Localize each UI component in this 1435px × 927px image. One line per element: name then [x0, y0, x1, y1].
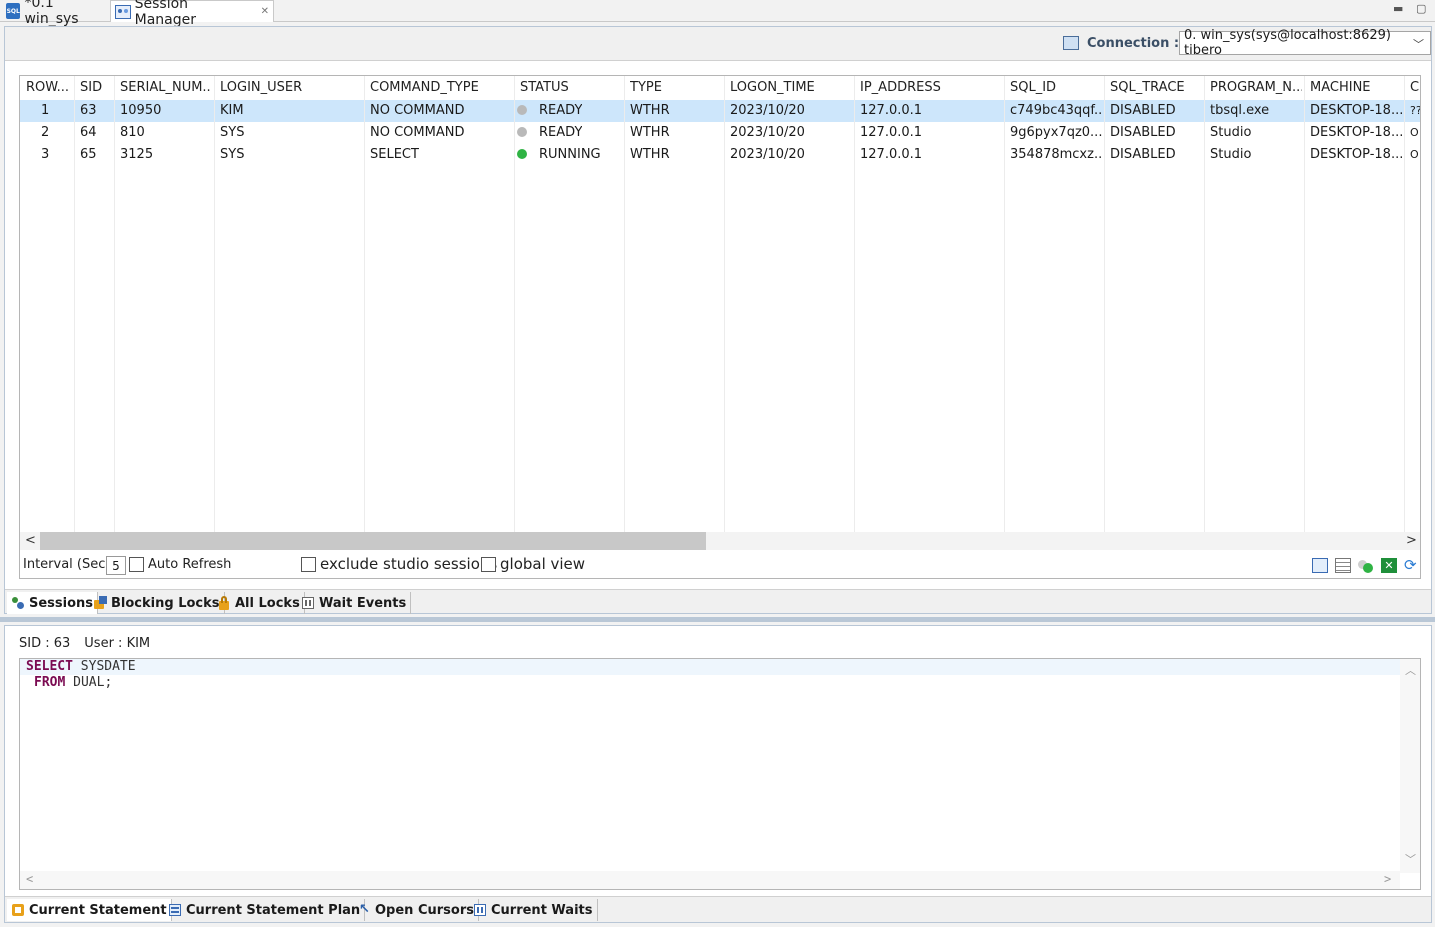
tab-blocking-locks[interactable]: Blocking Locks [89, 592, 225, 614]
close-icon[interactable]: ✕ [261, 6, 269, 17]
column-header-ip-address[interactable]: IP_ADDRESS [860, 80, 1000, 100]
statement-plan-icon [168, 903, 182, 917]
refresh-icon[interactable]: ⟳ [1404, 558, 1420, 573]
global-view-label: global view [500, 555, 586, 573]
sessions-panel: Connection : 0. win_sys(sys@localhost:86… [4, 26, 1432, 614]
tab-current-statement[interactable]: Current Statement [7, 899, 172, 921]
wait-events-icon [473, 903, 487, 917]
statement-icon [11, 903, 25, 917]
minimize-icon[interactable]: ▬ [1393, 2, 1403, 15]
wait-events-icon [301, 596, 315, 610]
tab-current-statement-plan[interactable]: Current Statement Plan [164, 899, 366, 921]
sql-statement-view[interactable]: SELECT SYSDATE FROM DUAL; ︿ ﹀ < > [19, 658, 1421, 890]
session-detail-panel: SID : 63 User : KIM SELECT SYSDATE FROM … [4, 625, 1432, 923]
column-header-machine[interactable]: MACHINE [1310, 80, 1402, 100]
connection-select[interactable]: 0. win_sys(sys@localhost:8629) tibero ﹀ [1179, 28, 1431, 58]
scroll-left-icon[interactable]: < [25, 533, 36, 548]
column-header-sql-trace[interactable]: SQL_TRACE [1110, 80, 1202, 100]
statement-view-tabs: Current Statement Current Statement Plan… [5, 896, 1431, 922]
tab-sql-editor[interactable]: SQL *0.1 win_sys [2, 0, 108, 27]
column-header-command-type[interactable]: COMMAND_TYPE [370, 80, 510, 100]
column-header-sid[interactable]: SID [80, 80, 112, 100]
interval-label: Interval (Sec.) [23, 557, 115, 572]
export-icon[interactable] [1312, 558, 1328, 573]
sid-text: SID : 63 [19, 636, 71, 651]
sql-file-icon: SQL [6, 3, 21, 19]
column-header-type[interactable]: TYPE [630, 80, 720, 100]
column-header-serial[interactable]: SERIAL_NUM... [120, 80, 212, 100]
column-header-row[interactable]: ROW... [26, 80, 72, 100]
status-ready-icon [517, 126, 527, 137]
interval-input[interactable]: 5 [106, 556, 126, 575]
horizontal-scrollbar[interactable]: < > [20, 532, 1420, 550]
tab-current-waits[interactable]: Current Waits [469, 899, 598, 921]
auto-refresh-checkbox[interactable] [129, 557, 144, 572]
panel-splitter[interactable] [0, 617, 1435, 622]
code-line: FROM DUAL; [34, 675, 113, 690]
options-bar: Interval (Sec.) 5 Auto Refresh exclude s… [20, 552, 1420, 578]
column-header-c[interactable]: C [1410, 80, 1420, 100]
tab-all-locks[interactable]: All Locks [213, 592, 305, 614]
scroll-down-icon[interactable]: ﹀ [1405, 851, 1416, 867]
tab-session-manager[interactable]: Session Manager ✕ [110, 0, 274, 28]
sessions-icon [11, 596, 25, 610]
connection-icon [1063, 36, 1079, 50]
session-view-tabs: Sessions Blocking Locks All Locks Wait E… [5, 589, 1431, 614]
tab-label: *0.1 win_sys [24, 0, 79, 27]
status-running-icon [517, 148, 527, 159]
connection-bar: Connection : 0. win_sys(sys@localhost:86… [5, 27, 1431, 61]
horizontal-scrollbar[interactable]: < > [20, 871, 1400, 889]
current-line-highlight [20, 659, 1400, 675]
scrollbar-thumb[interactable] [40, 532, 706, 550]
cursor-icon: ↖ [359, 902, 370, 917]
scroll-up-icon[interactable]: ︿ [1405, 662, 1416, 678]
tab-wait-events[interactable]: Wait Events [297, 592, 412, 614]
table-view-icon[interactable] [1335, 558, 1351, 573]
table-body: ROW... SID SERIAL_NUM... LOGIN_USER COMM… [20, 76, 1420, 532]
column-header-sql-id[interactable]: SQL_ID [1010, 80, 1102, 100]
connection-value: 0. win_sys(sys@localhost:8629) tibero [1184, 28, 1391, 58]
tab-label: Session Manager [134, 0, 196, 28]
user-text: User : KIM [84, 636, 151, 651]
excel-export-icon[interactable]: ✕ [1381, 558, 1397, 573]
column-header-status[interactable]: STATUS [520, 80, 620, 100]
session-status-icon[interactable] [1358, 558, 1374, 573]
chevron-down-icon: ﹀ [1413, 38, 1424, 51]
global-view-checkbox[interactable] [481, 557, 496, 572]
scroll-left-icon[interactable]: < [26, 872, 33, 886]
blocking-lock-icon [93, 596, 107, 610]
session-info: SID : 63 User : KIM [19, 636, 150, 651]
vertical-scrollbar[interactable]: ︿ ﹀ [1400, 659, 1420, 873]
column-header-program[interactable]: PROGRAM_N... [1210, 80, 1302, 100]
lock-icon [217, 596, 231, 610]
tab-open-cursors[interactable]: ↖ Open Cursors [353, 899, 479, 921]
exclude-studio-sessions-checkbox[interactable] [301, 557, 316, 572]
sessions-table: ROW... SID SERIAL_NUM... LOGIN_USER COMM… [19, 75, 1421, 579]
scroll-right-icon[interactable]: > [1406, 533, 1417, 548]
column-header-logon-time[interactable]: LOGON_TIME [730, 80, 850, 100]
status-ready-icon [517, 104, 527, 115]
auto-refresh-label: Auto Refresh [148, 557, 232, 572]
session-manager-icon [115, 4, 131, 19]
scroll-right-icon[interactable]: > [1384, 872, 1391, 886]
exclude-studio-sessions-label: exclude studio sessions [320, 555, 498, 573]
code-line: SELECT SYSDATE [26, 659, 136, 674]
maximize-icon[interactable]: ▢ [1416, 2, 1426, 15]
column-header-login-user[interactable]: LOGIN_USER [220, 80, 360, 100]
tab-sessions[interactable]: Sessions [7, 592, 99, 614]
editor-tab-bar: SQL *0.1 win_sys Session Manager ✕ ▬ ▢ [0, 0, 1435, 28]
connection-label: Connection : [1087, 36, 1180, 51]
